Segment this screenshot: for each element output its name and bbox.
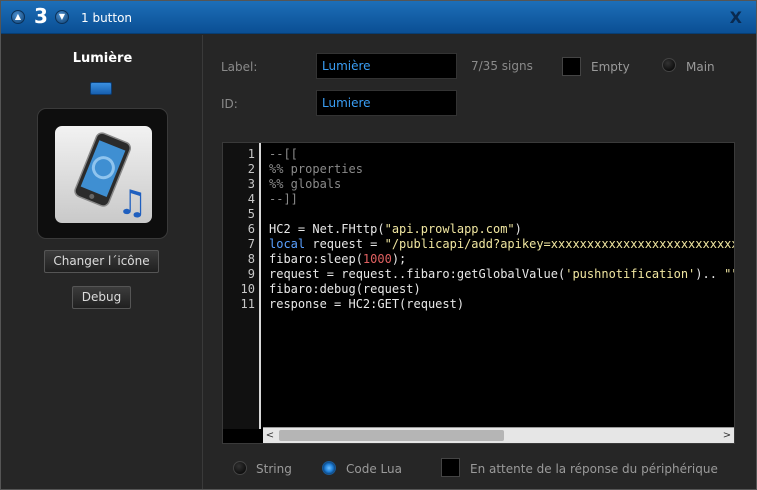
- code-editor[interactable]: 1 2 3 4 5 6 7 8 9 10 11 --[[%% properties%% global…: [222, 142, 735, 444]
- code-token: HC2 = Net.FHttp(: [269, 222, 385, 236]
- code-token: local: [269, 237, 306, 251]
- code-token: 'pushnotification': [565, 267, 696, 281]
- button-editor-window: ▲ 3 ▼ 1 button X Lumière ♫ Changer l´icô…: [0, 0, 757, 490]
- code-line[interactable]: fibaro:debug(request): [269, 282, 734, 297]
- line-number: 9: [247, 267, 255, 281]
- room-down-button[interactable]: ▼: [55, 10, 69, 24]
- line-number: 1: [247, 147, 255, 161]
- code-line[interactable]: %% properties: [269, 162, 734, 177]
- change-icon-button[interactable]: Changer l´icône: [44, 250, 159, 273]
- svg-text:♫: ♫: [117, 183, 147, 223]
- code-token: response = HC2:GET(request): [269, 297, 465, 311]
- line-number: 10: [240, 282, 255, 296]
- main-label: Main: [686, 60, 715, 74]
- line-number: 4: [247, 192, 255, 206]
- code-line[interactable]: response = HC2:GET(request): [269, 297, 734, 312]
- sign-counter: 7/35 signs: [471, 59, 533, 73]
- device-icon-frame: ♫: [37, 108, 168, 239]
- device-name: Lumière: [72, 51, 133, 66]
- label-input[interactable]: Lumière: [316, 53, 457, 79]
- code-line[interactable]: fibaro:sleep(1000);: [269, 252, 734, 267]
- device-panel: Lumière ♫ Changer l´icône Debug: [2, 35, 203, 489]
- code-token: ): [514, 222, 522, 236]
- line-number: 11: [240, 297, 255, 311]
- code-token: fibaro:sleep(: [269, 252, 363, 266]
- code-token: fibaro:debug(request): [269, 282, 421, 296]
- line-number: 6: [247, 222, 255, 236]
- code-token: "/publicapi/add?apikey=xxxxxxxxxxxxxxxxx…: [384, 237, 734, 251]
- scroll-right-icon[interactable]: >: [720, 428, 734, 443]
- code-token: )..: [695, 267, 725, 281]
- empty-label: Empty: [591, 60, 630, 74]
- code-token: %% globals: [269, 177, 342, 191]
- room-up-button[interactable]: ▲: [11, 10, 25, 24]
- horizontal-scrollbar[interactable]: < >: [263, 427, 734, 443]
- line-number: 5: [247, 207, 255, 221]
- code-line[interactable]: %% globals: [269, 177, 734, 192]
- line-number: 3: [247, 177, 255, 191]
- chevron-down-icon: ▼: [58, 12, 66, 21]
- empty-checkbox[interactable]: [562, 57, 581, 76]
- code-token: );: [391, 252, 407, 266]
- code-line[interactable]: local request = "/publicapi/add?apikey=x…: [269, 237, 734, 252]
- string-radio[interactable]: [233, 461, 247, 475]
- code-line[interactable]: --]]: [269, 192, 734, 207]
- status-led: [90, 82, 112, 95]
- debug-button[interactable]: Debug: [72, 286, 131, 309]
- id-input[interactable]: Lumiere: [316, 90, 457, 116]
- chevron-up-icon: ▲: [14, 12, 22, 21]
- wait-response-checkbox[interactable]: [441, 458, 460, 477]
- scroll-left-icon[interactable]: <: [263, 428, 277, 443]
- close-icon: X: [729, 8, 742, 27]
- title-bar: ▲ 3 ▼ 1 button X: [1, 1, 756, 34]
- code-line[interactable]: HC2 = Net.FHttp("api.prowlapp.com"): [269, 222, 734, 237]
- code-line[interactable]: request = request..fibaro:getGlobalValue…: [269, 267, 734, 282]
- scroll-thumb[interactable]: [279, 430, 504, 441]
- main-radio[interactable]: [662, 58, 676, 72]
- code-token: "api.prowlapp.com": [384, 222, 515, 236]
- line-number: 8: [247, 252, 255, 266]
- code-token: request = request..fibaro:getGlobalValue…: [269, 267, 566, 281]
- code-token: --[[: [269, 147, 298, 161]
- close-button[interactable]: X: [730, 8, 742, 27]
- id-caption: ID:: [221, 97, 238, 111]
- code-line[interactable]: [269, 207, 734, 222]
- string-label: String: [256, 462, 292, 476]
- wait-response-label: En attente de la réponse du périphérique: [470, 462, 718, 476]
- line-number-gutter: 1 2 3 4 5 6 7 8 9 10 11: [223, 143, 261, 429]
- code-token: --]]: [269, 192, 298, 206]
- code-token: "": [724, 267, 734, 281]
- codelua-radio[interactable]: [322, 461, 336, 475]
- label-caption: Label:: [221, 60, 258, 74]
- code-token: request =: [305, 237, 385, 251]
- code-line[interactable]: --[[: [269, 147, 734, 162]
- code-token: 1000: [362, 252, 392, 266]
- room-number: 3: [34, 4, 48, 28]
- code-area[interactable]: --[[%% properties%% globals --]] HC2 = Ne…: [269, 147, 734, 312]
- smartphone-music-icon[interactable]: ♫: [55, 126, 152, 223]
- line-number: 2: [247, 162, 255, 176]
- code-token: %% properties: [269, 162, 363, 176]
- line-number: 7: [247, 237, 255, 251]
- window-title: 1 button: [81, 11, 133, 25]
- codelua-label: Code Lua: [346, 462, 402, 476]
